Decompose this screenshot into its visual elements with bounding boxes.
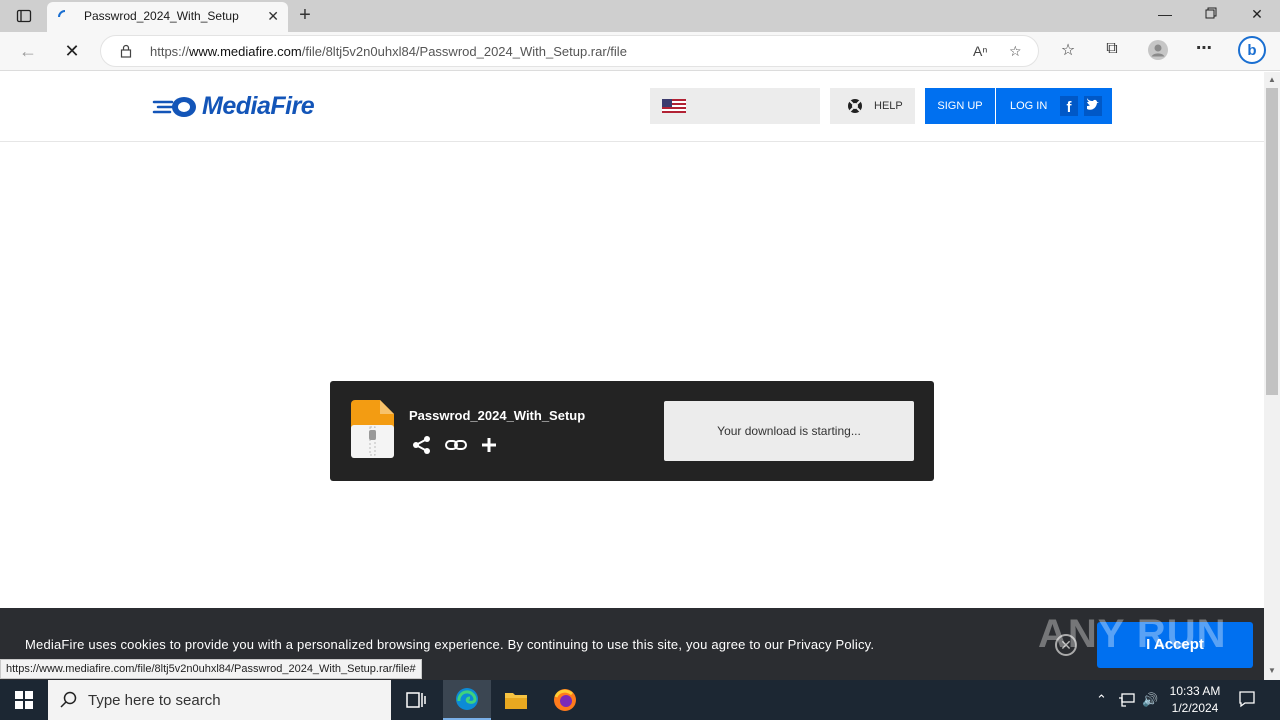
help-label: HELP	[874, 100, 903, 112]
browser-tab-bar: Passwrod_2024_With_Setup ✕ + — ✕	[0, 0, 1280, 32]
clock-time: 10:33 AM	[1169, 684, 1221, 698]
lifebuoy-icon	[848, 99, 862, 113]
profile-avatar[interactable]	[1146, 39, 1170, 61]
download-panel: Passwrod_2024_With_Setup Your download i…	[330, 381, 934, 481]
task-view-icon[interactable]	[392, 680, 440, 720]
cookie-message: MediaFire uses cookies to provide you wi…	[25, 637, 875, 652]
system-clock[interactable]: 10:33 AM 1/2/2024	[1166, 683, 1224, 717]
clock-date: 1/2/2024	[1171, 701, 1219, 715]
login-button[interactable]: LOG IN f	[996, 88, 1112, 124]
windows-logo-icon	[15, 691, 33, 709]
scroll-down-icon[interactable]: ▼	[1267, 666, 1277, 675]
tray-chevron-icon[interactable]: ⌃	[1096, 692, 1107, 708]
search-placeholder: Type here to search	[88, 692, 221, 709]
file-name: Passwrod_2024_With_Setup	[409, 408, 586, 423]
collections-icon[interactable]: ⧉	[1100, 40, 1124, 62]
loading-spinner-icon	[58, 10, 66, 18]
start-button[interactable]	[0, 680, 48, 720]
browser-tab-active[interactable]: Passwrod_2024_With_Setup ✕	[47, 2, 288, 32]
browser-toolbar: ← ✕ https://www.mediafire.com/file/8ltj5…	[0, 32, 1280, 71]
read-aloud-icon[interactable]: Aⁿ	[973, 43, 987, 59]
window-close-icon[interactable]: ✕	[1234, 6, 1280, 23]
stop-loading-icon[interactable]: ✕	[60, 40, 84, 62]
download-status: Your download is starting...	[664, 401, 914, 461]
bing-copilot-icon[interactable]: b	[1238, 36, 1266, 64]
flame-logo-icon	[152, 97, 196, 117]
language-selector[interactable]	[650, 88, 820, 124]
firefox-icon[interactable]	[541, 680, 589, 720]
restore-icon[interactable]	[1188, 6, 1234, 22]
add-favorite-icon[interactable]: ☆	[1009, 43, 1022, 60]
sign-up-button[interactable]: SIGN UP	[925, 88, 995, 124]
logo-wordmark: MediaFire	[202, 91, 315, 120]
svg-text:b: b	[1247, 42, 1256, 59]
scrollbar-thumb[interactable]	[1266, 88, 1278, 395]
share-icon[interactable]	[411, 435, 433, 455]
mediafire-logo[interactable]: MediaFire	[152, 91, 315, 120]
network-icon[interactable]	[1118, 692, 1136, 711]
us-flag-icon	[662, 99, 686, 113]
tab-title: Passwrod_2024_With_Setup	[84, 9, 239, 23]
notifications-icon[interactable]	[1238, 690, 1256, 711]
more-menu-icon[interactable]: ⋯	[1192, 38, 1216, 60]
site-header: MediaFire HELP SIGN UP LOG IN f	[0, 72, 1264, 142]
tab-close-icon[interactable]: ✕	[267, 8, 279, 25]
address-bar[interactable]: https://www.mediafire.com/file/8ltj5v2n0…	[100, 35, 1039, 67]
file-explorer-icon[interactable]	[492, 680, 540, 720]
cookie-close-icon[interactable]: ✕	[1055, 634, 1077, 656]
login-label: LOG IN	[1010, 100, 1048, 112]
windows-taskbar: Type here to search ⌃ 🔊 10:33 AM 1/2/202…	[0, 680, 1280, 720]
favorites-icon[interactable]: ☆	[1056, 40, 1080, 62]
scroll-up-icon[interactable]: ▲	[1267, 75, 1277, 84]
archive-file-icon	[351, 400, 394, 458]
volume-icon[interactable]: 🔊	[1142, 692, 1158, 708]
status-bar-url: https://www.mediafire.com/file/8ltj5v2n0…	[0, 659, 422, 679]
tab-actions-icon[interactable]	[8, 4, 40, 28]
page-content: MediaFire HELP SIGN UP LOG IN f Passwrod…	[0, 72, 1264, 680]
help-button[interactable]: HELP	[830, 88, 915, 124]
link-icon[interactable]	[445, 435, 467, 455]
twitter-icon[interactable]	[1084, 96, 1102, 116]
lock-icon	[120, 44, 132, 58]
new-tab-button[interactable]: +	[294, 4, 316, 28]
url-text: https://www.mediafire.com/file/8ltj5v2n0…	[150, 44, 627, 59]
search-icon	[60, 691, 77, 708]
back-arrow-icon[interactable]: ←	[16, 40, 40, 62]
page-scrollbar[interactable]: ▲ ▼	[1264, 72, 1280, 680]
accept-cookies-button[interactable]: I Accept	[1097, 622, 1253, 668]
minimize-icon[interactable]: —	[1142, 6, 1188, 22]
facebook-icon[interactable]: f	[1060, 96, 1078, 116]
add-icon[interactable]	[478, 435, 500, 455]
edge-taskbar-icon[interactable]	[443, 680, 491, 720]
taskbar-search[interactable]: Type here to search	[48, 680, 391, 720]
